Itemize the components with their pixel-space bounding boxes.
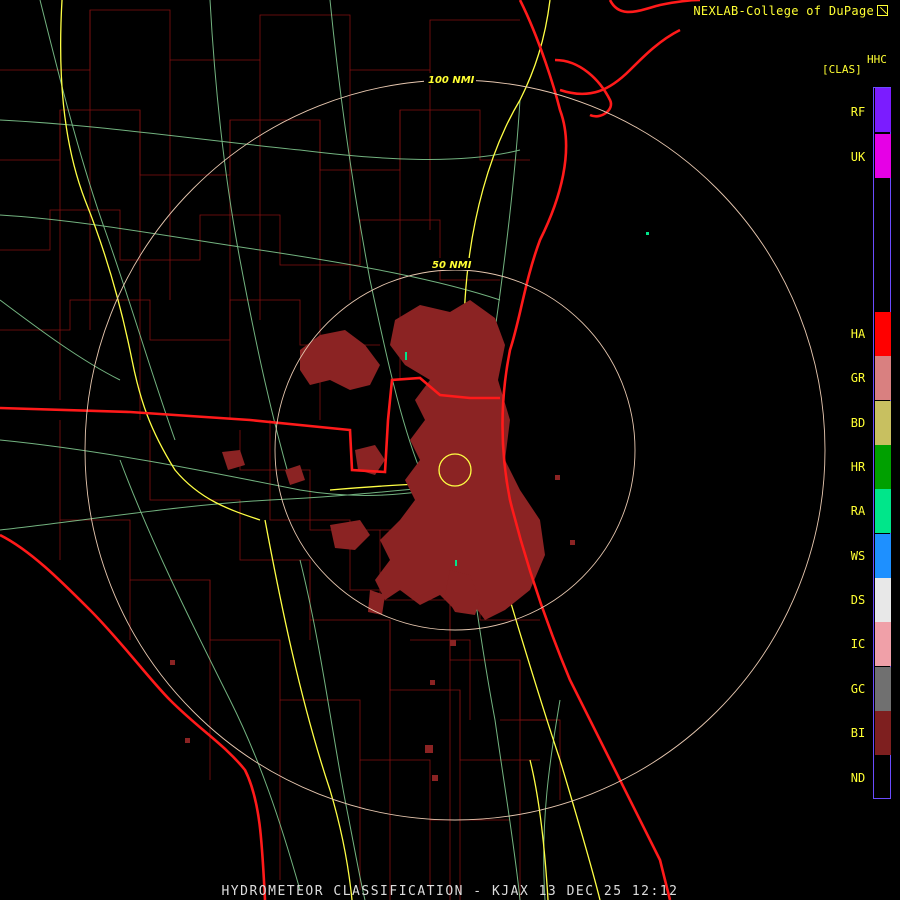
product-class: [CLAS] <box>822 63 862 76</box>
product-title: HYDROMETEOR CLASSIFICATION - KJAX 13 DEC… <box>221 884 679 899</box>
legend-label-ra: RA <box>850 504 866 518</box>
range-ring-label-50: 50 NMI <box>432 260 472 271</box>
legend-label-ic: IC <box>850 637 866 651</box>
legend-label-gc: GC <box>850 682 866 696</box>
credit-text: NEXLAB-College of DuPage <box>693 4 874 18</box>
radar-map: 100 NMI 50 NMI <box>0 0 826 900</box>
legend-label-ws: WS <box>850 549 866 563</box>
product-code: HHC <box>867 53 887 66</box>
legend-label-gr: GR <box>850 371 866 385</box>
range-ring-labels: 100 NMI 50 NMI <box>424 73 476 271</box>
legend-label-uk: UK <box>850 150 866 164</box>
legend-label-rf: RF <box>850 105 866 119</box>
legend-label-bd: BD <box>850 416 866 430</box>
credit-label[interactable]: NEXLAB-College of DuPage <box>693 4 888 18</box>
legend-label-ha: HA <box>850 327 866 341</box>
legend-label-nd: ND <box>850 771 866 785</box>
radar-echoes <box>170 300 575 781</box>
range-ring-label-100: 100 NMI <box>428 75 475 86</box>
external-link-icon <box>877 5 888 16</box>
highways-interstate <box>59 0 601 900</box>
legend-label-hr: HR <box>850 460 866 474</box>
legend-label-ds: DS <box>850 593 866 607</box>
legend-label-bi: BI <box>850 726 866 740</box>
